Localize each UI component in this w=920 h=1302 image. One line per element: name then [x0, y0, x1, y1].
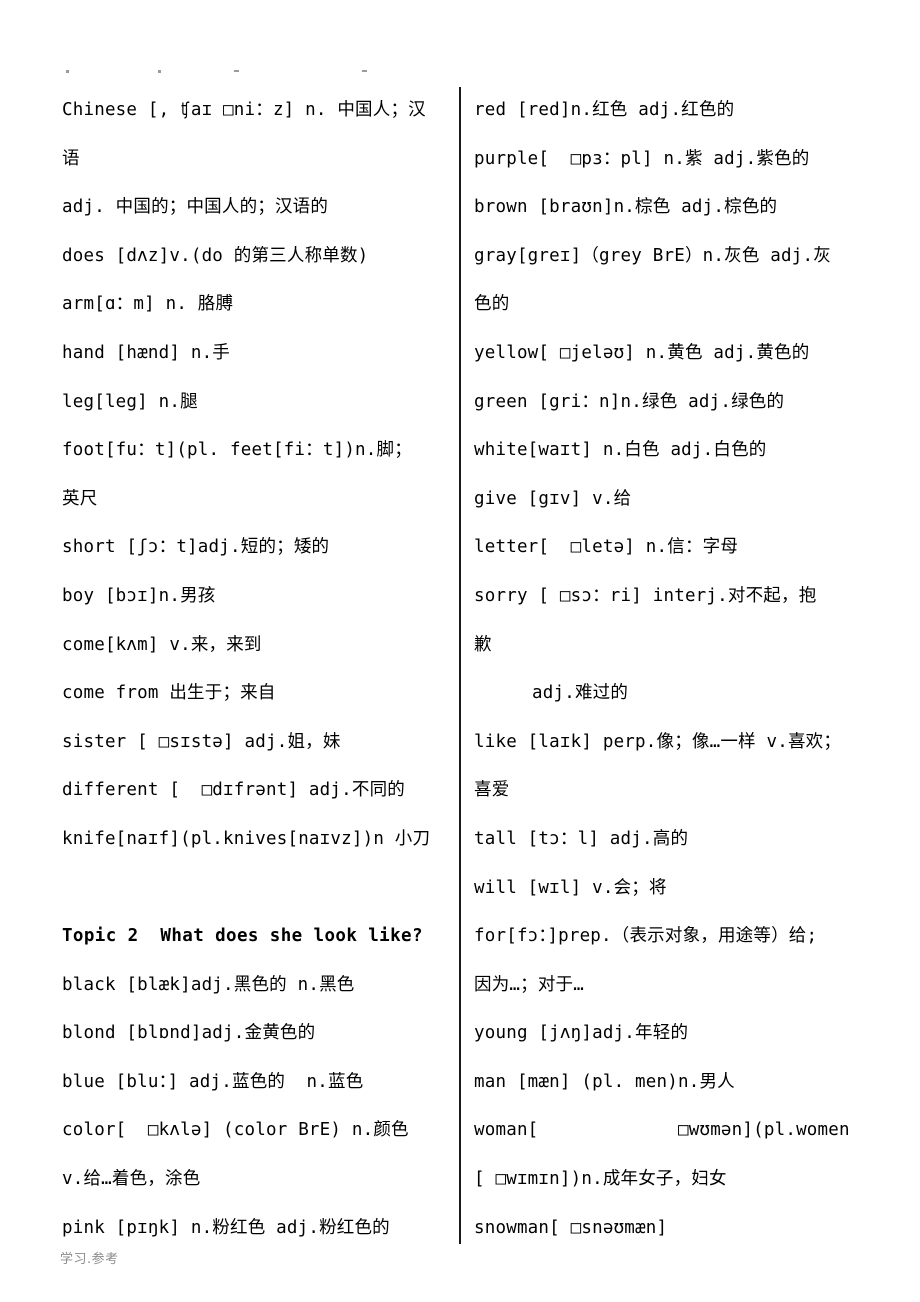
vocabulary-line: green [gri：n]n.绿色 adj.绿色的 — [474, 391, 785, 412]
vocabulary-line: adj. 中国的；中国人的；汉语的 — [62, 197, 329, 218]
vocabulary-line: young [jʌŋ]adj.年轻的 — [474, 1023, 689, 1044]
vocabulary-line: leg[leg] n.腿 — [62, 391, 198, 412]
vocabulary-line: like [laɪk] perp.像；像…一样 v.喜欢； — [474, 731, 842, 752]
vocabulary-line: gray[greɪ]（grey BrE）n.灰色 adj.灰 — [474, 245, 831, 266]
vocabulary-line: white[waɪt] n.白色 adj.白色的 — [474, 440, 767, 461]
vocabulary-line: will [wɪl] v.会；将 — [474, 877, 667, 898]
vocabulary-line: purple[ □pɜ：pl] n.紫 adj.紫色的 — [474, 148, 810, 169]
vocabulary-line: come[kʌm] v.来，来到 — [62, 634, 262, 655]
artifact-dot — [66, 70, 69, 73]
vocabulary-line: blond [blɒnd]adj.金黄色的 — [62, 1023, 316, 1044]
vocabulary-line: color[ □kʌlə] (color BrE) n.颜色 — [62, 1120, 409, 1141]
artifact-dot — [234, 70, 239, 72]
vocabulary-line: boy [bɔɪ]n.男孩 — [62, 585, 216, 606]
right-column: red [red]n.红色 adj.红色的 purple[ □pɜ：pl] n.紫… — [474, 86, 866, 1252]
artifact-dot — [362, 70, 367, 72]
vocabulary-line: for[fɔ：]prep.（表示对象，用途等）给; — [474, 926, 818, 947]
vocabulary-line: come from 出生于；来自 — [62, 683, 276, 704]
vocabulary-line: [ □wɪmɪn])n.成年女子，妇女 — [474, 1169, 727, 1190]
vocabulary-line: tall [tɔ：l] adj.高的 — [474, 828, 689, 849]
vocabulary-line: foot[fu：t](pl. feet[fi：t])n.脚； — [62, 440, 412, 461]
vocabulary-line: 歉 — [474, 634, 492, 655]
vocabulary-line: 因为…；对于… — [474, 974, 584, 995]
topic-heading: Topic 2 What does she look like? — [62, 926, 423, 947]
vocabulary-line: snowman[ □snəʊmæn] — [474, 1217, 668, 1238]
vocabulary-line: 语 — [62, 148, 80, 169]
vocabulary-line: pink [pɪŋk] n.粉红色 adj.粉红色的 — [62, 1217, 390, 1238]
vocabulary-line: short [ʃɔ：t]adj.短的；矮的 — [62, 537, 330, 558]
vocabulary-line: yellow[ □jeləʊ] n.黄色 adj.黄色的 — [474, 342, 810, 363]
vocabulary-line: red [red]n.红色 adj.红色的 — [474, 100, 735, 120]
vocabulary-line: letter[ □letə] n.信：字母 — [474, 537, 739, 558]
vocabulary-line: knife[naɪf](pl.knives[naɪvz])n 小刀 — [62, 828, 431, 849]
vocabulary-line: 色的 — [474, 294, 510, 315]
artifact-dot — [158, 70, 161, 73]
vocabulary-line: does [dʌz]v.(do 的第三人称单数) — [62, 245, 369, 266]
clipped-line-artifacts — [62, 66, 442, 78]
vocabulary-line: blue [blu：] adj.蓝色的 n.蓝色 — [62, 1071, 364, 1092]
vocabulary-line: 英尺 — [62, 488, 98, 509]
vocabulary-line: brown [braʊn]n.棕色 adj.棕色的 — [474, 197, 778, 218]
vocabulary-line: give [gɪv] v.给 — [474, 488, 632, 509]
vocabulary-line: woman[ □wʊmən](pl.women — [474, 1120, 850, 1141]
entry-spacer — [62, 864, 442, 913]
vocabulary-line: Chinese [, ʧaɪ □ni：z] n. 中国人；汉 — [62, 100, 426, 120]
vocabulary-line: v.给…着色，涂色 — [62, 1169, 201, 1190]
left-column: Chinese [, ʧaɪ □ni：z] n. 中国人；汉语 adj. 中国的；… — [62, 86, 442, 1252]
column-divider — [459, 87, 461, 1244]
vocabulary-line: sister [ □sɪstə] adj.姐，妹 — [62, 731, 341, 752]
vocabulary-line: adj.难过的 — [532, 683, 629, 704]
vocabulary-line: 喜爱 — [474, 780, 510, 801]
vocabulary-line: man [mæn] (pl. men)n.男人 — [474, 1071, 735, 1092]
vocabulary-line: different [ □dɪfrənt] adj.不同的 — [62, 780, 405, 801]
document-page: Chinese [, ʧaɪ □ni：z] n. 中国人；汉语 adj. 中国的；… — [0, 0, 920, 1302]
vocabulary-line: black [blæk]adj.黑色的 n.黑色 — [62, 974, 355, 995]
watermark: 学习.参考 — [60, 1252, 119, 1267]
vocabulary-line: hand [hænd] n.手 — [62, 342, 231, 363]
vocabulary-line: arm[ɑ：m] n. 胳膊 — [62, 294, 234, 315]
vocabulary-line: sorry [ □sɔ：ri] interj.对不起，抱 — [474, 585, 817, 606]
